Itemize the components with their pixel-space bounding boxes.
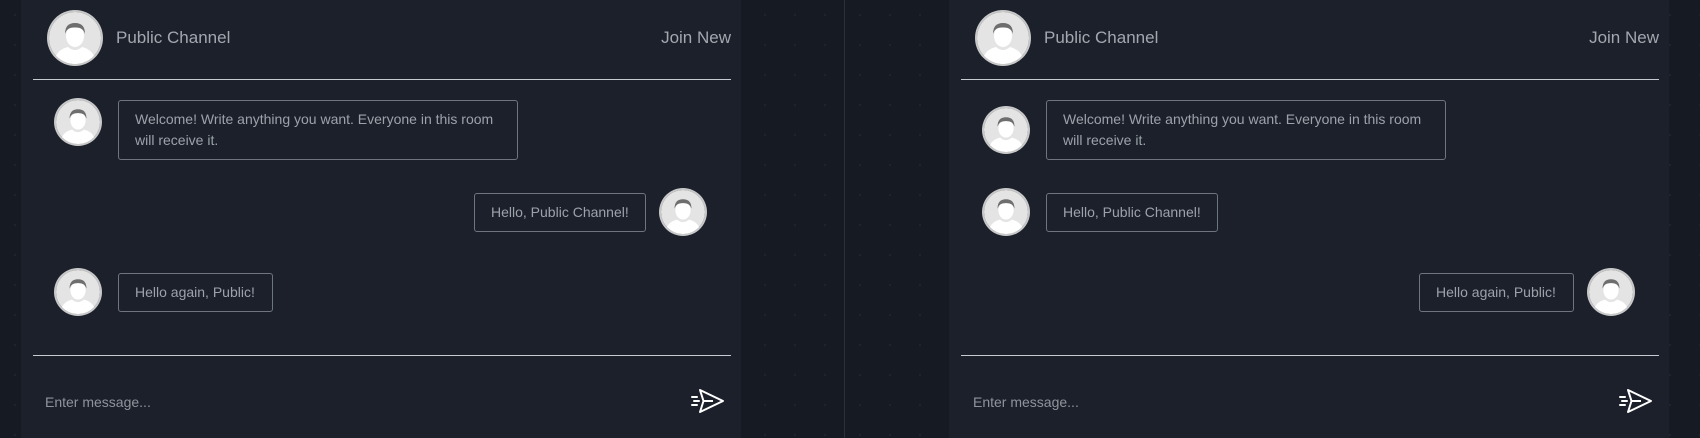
- message-input[interactable]: [43, 386, 607, 418]
- channel-name: Public Channel: [116, 28, 231, 47]
- message-bubble: Hello again, Public!: [118, 273, 273, 312]
- message-input[interactable]: [971, 386, 1535, 418]
- composer-divider: [33, 355, 731, 356]
- join-new-button[interactable]: Join New: [1589, 28, 1659, 48]
- message-avatar-icon: [661, 190, 705, 234]
- message-avatar-icon: [984, 190, 1028, 234]
- message-avatar-icon: [56, 270, 100, 314]
- message-avatar-icon: [984, 108, 1028, 152]
- message-bubble: Hello, Public Channel!: [474, 193, 646, 232]
- header-divider: [961, 79, 1659, 80]
- join-new-button[interactable]: Join New: [661, 28, 731, 48]
- message-bubble: Hello again, Public!: [1419, 273, 1574, 312]
- message-bubble: Welcome! Write anything you want. Everyo…: [1046, 100, 1446, 160]
- send-icon: [691, 389, 724, 413]
- composer-divider: [961, 355, 1659, 356]
- chat-window-right: Public Channel Join New Welcome! Write a…: [844, 0, 1700, 438]
- send-button[interactable]: [1619, 386, 1653, 416]
- message-bubble: Hello, Public Channel!: [1046, 193, 1218, 232]
- send-button[interactable]: [691, 386, 725, 416]
- chat-header: Public Channel Join New: [949, 0, 1669, 80]
- channel-name: Public Channel: [1044, 28, 1159, 47]
- chat-panel: Public Channel Join New Welcome! Write a…: [21, 0, 741, 438]
- message-composer: [949, 380, 1669, 426]
- message-composer: [21, 380, 741, 426]
- chat-panel: Public Channel Join New Welcome! Write a…: [949, 0, 1669, 438]
- header-divider: [33, 79, 731, 80]
- message-bubble: Welcome! Write anything you want. Everyo…: [118, 100, 518, 160]
- channel-avatar-icon: [977, 12, 1029, 64]
- chat-header: Public Channel Join New: [21, 0, 741, 80]
- message-avatar-icon: [56, 100, 100, 144]
- send-icon: [1619, 389, 1652, 413]
- channel-avatar-icon: [49, 12, 101, 64]
- chat-window-left: Public Channel Join New Welcome! Write a…: [0, 0, 849, 438]
- message-avatar-icon: [1589, 270, 1633, 314]
